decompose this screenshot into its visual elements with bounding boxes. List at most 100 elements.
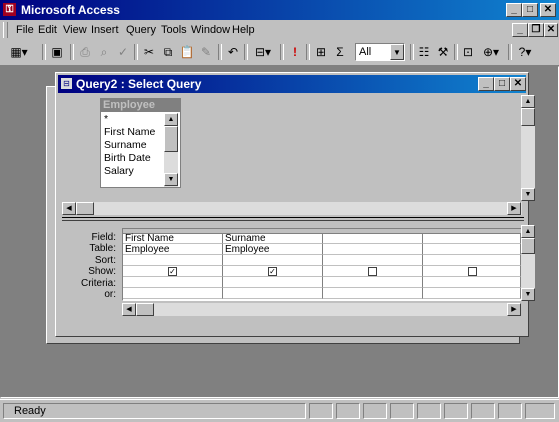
print-preview-icon[interactable]: ⌕ [95,43,113,61]
grid-cell-sort[interactable] [223,255,323,266]
grid-cell-field[interactable]: Surname [223,233,323,244]
database-window-icon[interactable]: ⊡ [459,43,477,61]
cut-icon[interactable]: ✂ [140,43,158,61]
query-type-icon[interactable]: ⊟▾ [250,43,276,61]
field-item[interactable]: First Name [104,126,155,138]
copy-icon[interactable]: ⧉ [159,43,177,61]
grid-cell-or[interactable] [323,288,423,299]
grid-cell-field[interactable]: First Name [123,233,223,244]
scroll-thumb[interactable] [136,303,154,316]
build-icon[interactable]: ⚒ [434,43,452,61]
pane-splitter[interactable] [62,217,524,221]
field-list-scrollbar[interactable]: ▲ ▼ [164,113,178,187]
grid-cell-table[interactable] [323,244,423,255]
print-icon[interactable]: ⎙ [76,43,94,61]
doc-restore-button[interactable]: ❐ [528,23,544,37]
query-design-window[interactable]: ⊟ Query2 : Select Query _ □ ✕ Employee *… [55,72,535,337]
show-checkbox[interactable] [368,267,377,276]
show-checkbox[interactable]: ✓ [168,267,177,276]
grid-cell-criteria[interactable] [423,277,521,288]
show-checkbox[interactable]: ✓ [268,267,277,276]
menu-window[interactable]: Window [191,24,230,36]
scroll-up-icon[interactable]: ▲ [521,225,535,238]
doc-minimize-button[interactable]: _ [512,23,528,37]
grid-cell-show[interactable]: ✓ [123,266,223,277]
scroll-left-icon[interactable]: ◀ [122,303,136,316]
grid-cell-criteria[interactable] [223,277,323,288]
grid-cell-field[interactable] [423,233,521,244]
scroll-thumb[interactable] [521,108,535,126]
field-list-title[interactable]: Employee [101,99,180,112]
grid-cell-sort[interactable] [323,255,423,266]
menu-query[interactable]: Query [126,24,156,36]
help-icon[interactable]: ?▾ [514,43,536,61]
grid-hscroll[interactable]: ◀ ▶ [122,303,521,316]
grid-cell-field[interactable] [323,233,423,244]
grid-cell-criteria[interactable] [323,277,423,288]
grid-cell-sort[interactable] [423,255,521,266]
grid-cell-show[interactable] [323,266,423,277]
save-icon[interactable]: ▣ [48,43,66,61]
query-title-bar[interactable]: ⊟ Query2 : Select Query _ □ ✕ [58,75,526,93]
scroll-thumb[interactable] [76,202,94,215]
grid-vscroll[interactable]: ▲ ▼ [521,225,535,301]
scroll-right-icon[interactable]: ▶ [507,202,521,215]
top-values-combo[interactable]: All ▼ [355,43,405,61]
scroll-thumb[interactable] [164,126,178,152]
grid-cell-criteria[interactable] [123,277,223,288]
app-title-bar[interactable]: ⚿ Microsoft Access _ □ ✕ [0,0,559,20]
menu-tools[interactable]: Tools [161,24,187,36]
minimize-button[interactable]: _ [506,3,522,17]
field-item[interactable]: Salary [104,165,134,177]
close-button[interactable]: ✕ [540,3,556,17]
new-object-icon[interactable]: ⊕▾ [478,43,504,61]
grid-cell-table[interactable] [423,244,521,255]
datasheet-view-icon[interactable]: ▦▾ [6,43,32,61]
grid-cell-table[interactable]: Employee [123,244,223,255]
table-pane-hscroll[interactable]: ◀ ▶ [62,202,522,215]
design-grid[interactable]: First Name Employee ✓ Surname Employee ✓ [122,228,523,301]
run-icon[interactable]: ! [286,43,304,61]
scroll-down-icon[interactable]: ▼ [521,188,535,201]
show-table-icon[interactable]: ⊞ [312,43,330,61]
maximize-button[interactable]: □ [522,3,538,17]
menu-insert[interactable]: Insert [91,24,119,36]
scroll-up-icon[interactable]: ▲ [521,95,535,108]
table-pane-vscroll[interactable]: ▲ ▼ [521,95,535,201]
grid-cell-show[interactable]: ✓ [223,266,323,277]
paste-icon[interactable]: 📋 [178,43,196,61]
query-close-button[interactable]: ✕ [510,77,526,91]
doc-close-button[interactable]: ✕ [544,23,558,37]
design-grid-pane[interactable]: Field: Table: Sort: Show: Criteria: or: … [62,223,535,331]
scroll-left-icon[interactable]: ◀ [62,202,76,215]
scroll-down-icon[interactable]: ▼ [521,288,535,301]
field-item[interactable]: Birth Date [104,152,151,164]
totals-icon[interactable]: Σ [331,43,349,61]
access-key-icon[interactable]: ⚿ [3,3,16,16]
scroll-up-icon[interactable]: ▲ [164,113,178,126]
menu-file[interactable]: File [16,24,34,36]
show-checkbox[interactable] [468,267,477,276]
menu-edit[interactable]: Edit [38,24,57,36]
employee-field-list[interactable]: Employee * First Name Surname Birth Date… [100,98,181,188]
grid-cell-table[interactable]: Employee [223,244,323,255]
chevron-down-icon[interactable]: ▼ [390,44,404,60]
format-painter-icon[interactable]: ✎ [197,43,215,61]
undo-icon[interactable]: ↶ [224,43,242,61]
field-item[interactable]: Surname [104,139,147,151]
scroll-down-icon[interactable]: ▼ [164,173,178,186]
scroll-right-icon[interactable]: ▶ [507,303,521,316]
grid-cell-or[interactable] [123,288,223,299]
grid-cell-show[interactable] [423,266,521,277]
query-maximize-button[interactable]: □ [494,77,510,91]
grid-cell-or[interactable] [223,288,323,299]
menu-grip[interactable] [3,22,8,38]
grid-cell-sort[interactable] [123,255,223,266]
query-minimize-button[interactable]: _ [478,77,494,91]
menu-help[interactable]: Help [232,24,255,36]
table-pane[interactable]: Employee * First Name Surname Birth Date… [62,95,535,215]
scroll-thumb[interactable] [521,238,535,254]
spelling-icon[interactable]: ✓ [114,43,132,61]
properties-icon[interactable]: ☷ [415,43,433,61]
field-item[interactable]: * [104,113,108,125]
